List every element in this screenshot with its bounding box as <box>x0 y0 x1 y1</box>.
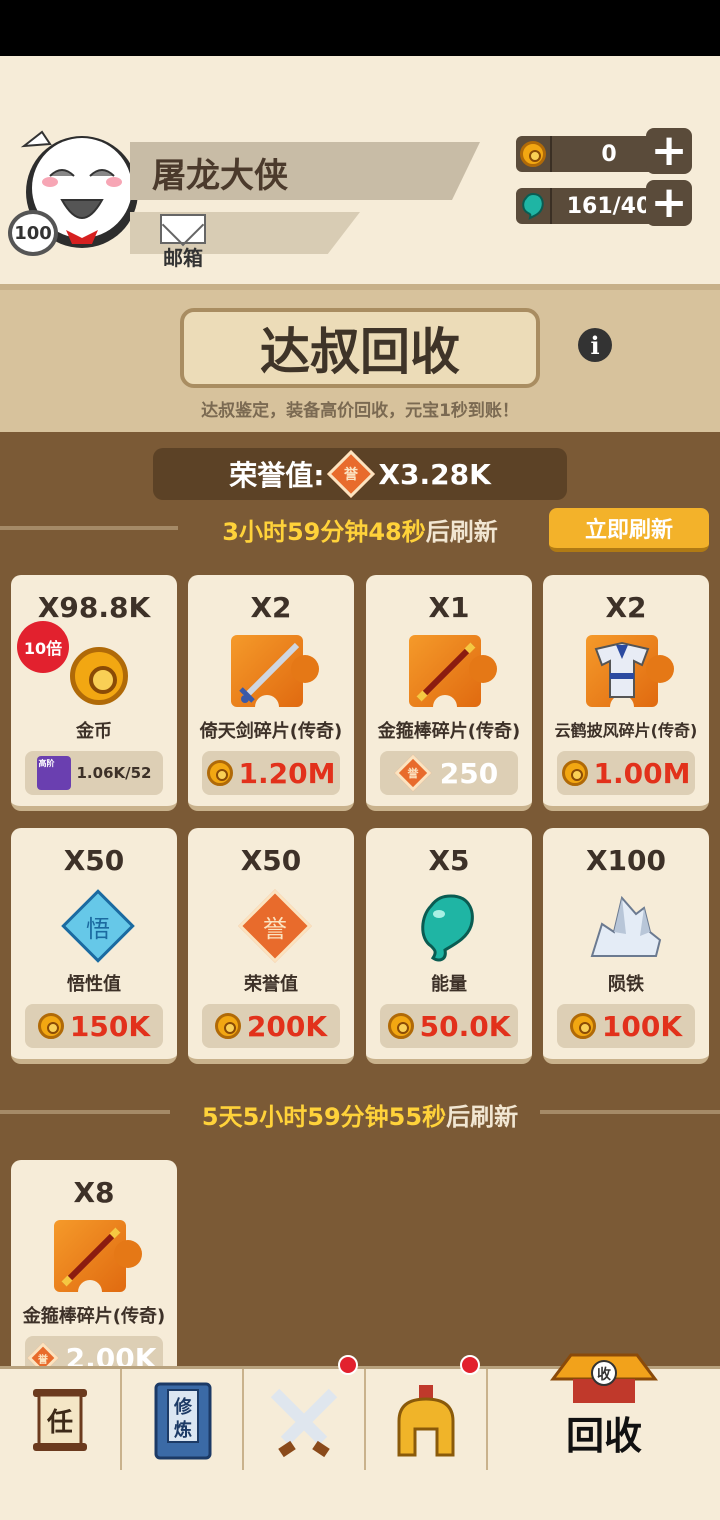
system-nav-bar <box>0 1470 720 1520</box>
honor-display: 荣誉值: 誉 X3.28K <box>153 448 567 500</box>
energy-drop-icon <box>516 188 552 224</box>
item-quantity: X1 <box>428 591 470 624</box>
item-name: 倚天剑碎片(传奇) <box>199 721 343 742</box>
coin-icon <box>561 760 588 786</box>
notification-dot <box>338 1355 358 1375</box>
honor-value: X3.28K <box>378 457 491 491</box>
refresh-now-button[interactable]: 立即刷新 <box>549 508 709 552</box>
cloak-fragment-icon <box>586 635 674 719</box>
item-price[interactable]: 200K <box>202 1004 340 1048</box>
purple-fragment-icon: 高阶 <box>36 756 71 790</box>
shop-item-card[interactable]: X5 能量 50.0K <box>366 828 532 1064</box>
book-icon: 修 炼 <box>154 1382 212 1460</box>
item-name: 云鹤披风碎片(传奇) <box>554 721 698 740</box>
item-quantity: X2 <box>250 591 292 624</box>
nav-battle[interactable] <box>244 1369 366 1473</box>
item-quantity: X50 <box>240 844 302 877</box>
item-quantity: X50 <box>63 844 125 877</box>
item-name: 金箍棒碎片(传奇) <box>22 1306 166 1327</box>
player-level-badge: 100 <box>8 210 58 256</box>
meteorite-icon <box>586 888 666 968</box>
item-name: 金币 <box>76 721 112 742</box>
helmet-icon <box>397 1385 455 1457</box>
shop-item-card[interactable]: X8 金箍棒碎片(传奇) 誉 2.00K <box>11 1160 177 1366</box>
shop-item-card[interactable]: X98.8K 10倍 金币 高阶 1.06K/52 <box>11 575 177 811</box>
item-name: 能量 <box>431 974 467 995</box>
status-bar <box>0 0 720 56</box>
envelope-icon <box>160 214 206 244</box>
item-quantity: X100 <box>585 844 667 877</box>
coin-icon <box>214 1013 241 1039</box>
item-price[interactable]: 1.20M <box>202 751 340 795</box>
nav-recycle-label: 回收 <box>565 1414 642 1458</box>
staff-fragment-icon <box>409 635 497 719</box>
shop-item-card[interactable]: X2 倚天剑碎片(传奇) 1.20M <box>188 575 354 811</box>
coin-icon <box>569 1013 596 1039</box>
wisdom-diamond-icon: 悟 <box>54 888 135 968</box>
svg-text:收: 收 <box>597 1366 612 1383</box>
shop-item-card[interactable]: X1 金箍棒碎片(传奇) 誉 250 <box>366 575 532 811</box>
item-price[interactable]: 高阶 1.06K/52 <box>25 751 163 795</box>
item-name: 金箍棒碎片(传奇) <box>377 721 521 742</box>
item-price[interactable]: 誉 250 <box>380 751 518 795</box>
shop-roof-icon: 收 <box>550 1353 658 1403</box>
add-coins-button[interactable]: + <box>646 128 692 174</box>
item-quantity: X98.8K <box>37 591 151 624</box>
nav-equipment[interactable] <box>366 1369 488 1473</box>
staff-fragment-icon <box>54 1220 142 1304</box>
coin-icon <box>206 760 233 786</box>
svg-text:炼: 炼 <box>174 1419 192 1441</box>
page-title: 达叔回收 <box>180 308 540 388</box>
crossed-swords-icon <box>270 1388 338 1458</box>
sword-fragment-icon <box>231 635 319 719</box>
bottom-nav: 任 修 炼 收 回收 <box>0 1353 720 1473</box>
info-icon[interactable]: i <box>578 328 612 362</box>
notification-dot <box>460 1355 480 1375</box>
refresh-timer-2: 5天5小时59分钟55秒后刷新 <box>201 1103 519 1131</box>
svg-text:修: 修 <box>173 1396 193 1418</box>
item-quantity: X8 <box>73 1176 115 1209</box>
item-name: 陨铁 <box>608 974 644 995</box>
coin-icon <box>37 1013 64 1039</box>
honor-icon: 誉 <box>27 1342 59 1366</box>
item-price[interactable]: 1.00M <box>557 751 695 795</box>
coin-icon <box>387 1013 414 1039</box>
player-name: 屠龙大侠 <box>152 156 288 196</box>
svg-text:任: 任 <box>46 1408 73 1438</box>
honor-icon: 誉 <box>327 449 376 499</box>
multiplier-badge: 10倍 <box>17 621 69 673</box>
item-price[interactable]: 50.0K <box>380 1004 518 1048</box>
shop-item-card[interactable]: X50 悟 悟性值 150K <box>11 828 177 1064</box>
honor-label: 荣誉值: <box>229 459 325 492</box>
item-price[interactable]: 100K <box>557 1004 695 1048</box>
shop-item-card[interactable]: X2 云鹤披风碎片(传奇) 1.00M <box>543 575 709 811</box>
nav-cultivate[interactable]: 修 炼 <box>122 1369 244 1473</box>
shop-item-card[interactable]: X100 陨铁 100K <box>543 828 709 1064</box>
item-price[interactable]: 誉 2.00K <box>25 1336 163 1366</box>
item-quantity: X2 <box>605 591 647 624</box>
energy-counter: 161/40 <box>516 188 666 224</box>
item-price[interactable]: 150K <box>25 1004 163 1048</box>
honor-diamond-icon: 誉 <box>231 888 312 968</box>
nav-task[interactable]: 任 <box>0 1369 122 1473</box>
item-name: 悟性值 <box>67 974 121 995</box>
shop-item-card[interactable]: X50 誉 荣誉值 200K <box>188 828 354 1064</box>
mailbox-label: 邮箱 <box>163 246 203 270</box>
mailbox-button[interactable]: 邮箱 <box>158 214 208 271</box>
item-quantity: X5 <box>428 844 470 877</box>
coin-counter: 0 <box>516 136 666 172</box>
honor-icon: 誉 <box>394 754 432 792</box>
coin-icon <box>516 136 552 172</box>
scroll-icon: 任 <box>33 1389 87 1451</box>
nav-recycle[interactable]: 收 回收 <box>488 1353 720 1473</box>
energy-drop-icon <box>409 888 489 968</box>
add-energy-button[interactable]: + <box>646 180 692 226</box>
banner-subtitle: 达叔鉴定，装备高价回收，元宝1秒到账！ <box>201 401 519 421</box>
item-name: 荣誉值 <box>244 974 298 995</box>
